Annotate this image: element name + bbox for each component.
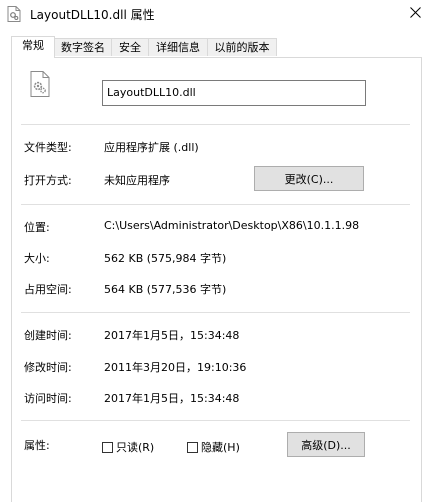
modified-value: 2011年3月20日，19:10:36 <box>104 361 247 374</box>
opens-with-label: 打开方式: <box>24 174 72 187</box>
size-label: 大小: <box>24 252 50 265</box>
tab-digital-signatures[interactable]: 数字签名 <box>54 38 112 56</box>
created-value: 2017年1月5日，15:34:48 <box>104 329 240 342</box>
gear-file-icon <box>30 71 50 97</box>
accessed-value: 2017年1月5日，15:34:48 <box>104 392 240 405</box>
dll-file-icon <box>7 6 21 22</box>
separator <box>21 204 410 205</box>
readonly-label: 只读(R) <box>116 441 155 454</box>
created-label: 创建时间: <box>24 329 72 342</box>
separator <box>21 312 410 313</box>
window-title: LayoutDLL10.dll 属性 <box>30 8 155 22</box>
file-name-field[interactable]: LayoutDLL10.dll <box>102 80 366 106</box>
size-value: 562 KB (575,984 字节) <box>104 252 227 265</box>
opens-with-value: 未知应用程序 <box>104 174 170 187</box>
tab-details[interactable]: 详细信息 <box>148 38 208 56</box>
hidden-checkbox-box[interactable] <box>187 441 198 453</box>
location-label: 位置: <box>24 221 50 234</box>
close-button[interactable] <box>398 0 432 28</box>
tab-security[interactable]: 安全 <box>111 38 149 56</box>
tab-strip: 常规 数字签名 安全 详细信息 以前的版本 <box>11 36 423 58</box>
type-label: 文件类型: <box>24 141 72 154</box>
attributes-label: 属性: <box>24 439 50 452</box>
accessed-label: 访问时间: <box>24 392 72 405</box>
type-value: 应用程序扩展 (.dll) <box>104 141 199 154</box>
hidden-checkbox[interactable]: 隐藏(H) <box>187 439 240 455</box>
separator <box>21 420 410 421</box>
size-on-disk-value: 564 KB (577,536 字节) <box>104 283 227 296</box>
advanced-button[interactable]: 高级(D)... <box>287 432 365 457</box>
tab-general[interactable]: 常规 <box>11 36 55 58</box>
location-value: C:\Users\Administrator\Desktop\X86\10.1.… <box>104 219 360 232</box>
close-icon <box>409 7 421 21</box>
size-on-disk-label: 占用空间: <box>24 283 72 296</box>
change-button[interactable]: 更改(C)... <box>254 166 364 191</box>
tab-previous-versions[interactable]: 以前的版本 <box>207 38 277 56</box>
title-bar: LayoutDLL10.dll 属性 <box>0 0 432 28</box>
readonly-checkbox-box[interactable] <box>102 441 113 453</box>
separator <box>21 124 410 125</box>
readonly-checkbox[interactable]: 只读(R) <box>102 439 154 455</box>
hidden-label: 隐藏(H) <box>201 441 240 454</box>
modified-label: 修改时间: <box>24 361 72 374</box>
